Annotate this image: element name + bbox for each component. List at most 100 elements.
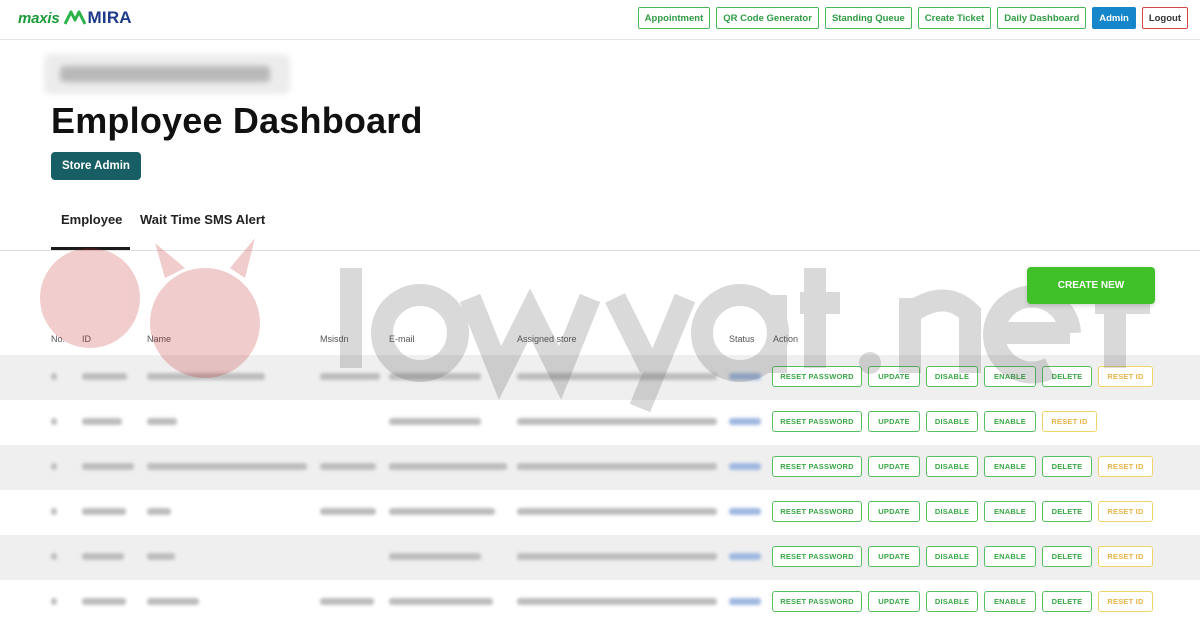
reset-id-button[interactable]: RESET ID xyxy=(1098,546,1153,567)
row-msisdn xyxy=(320,508,376,515)
row-no xyxy=(51,418,57,425)
top-navbar: maxis MIRA Appointment QR Code Generator… xyxy=(0,0,1200,40)
row-id xyxy=(82,373,127,380)
col-id: ID xyxy=(82,334,91,344)
delete-button[interactable]: DELETE xyxy=(1042,546,1092,567)
table-row: RESET PASSWORD UPDATE DISABLE ENABLE DEL… xyxy=(0,445,1200,490)
enable-button[interactable]: ENABLE xyxy=(984,456,1036,477)
row-id xyxy=(82,508,126,515)
row-id xyxy=(82,418,122,425)
maxis-mira-logo[interactable]: maxis MIRA xyxy=(18,8,132,28)
enable-button[interactable]: ENABLE xyxy=(984,546,1036,567)
table-header: No. ID Name Msisdn E-mail Assigned store… xyxy=(0,330,1200,350)
update-button[interactable]: UPDATE xyxy=(868,591,920,612)
table-row: RESET PASSWORD UPDATE DISABLE ENABLE DEL… xyxy=(0,580,1200,619)
active-tab-indicator xyxy=(51,247,130,250)
row-store xyxy=(517,508,717,515)
nav-qr-code-generator-button[interactable]: QR Code Generator xyxy=(716,7,819,29)
reset-password-button[interactable]: RESET PASSWORD xyxy=(772,456,862,477)
nav-appointment-button[interactable]: Appointment xyxy=(637,7,711,29)
tab-employee[interactable]: Employee xyxy=(61,212,122,227)
row-actions: RESET PASSWORD UPDATE DISABLE ENABLE DEL… xyxy=(772,366,1153,387)
nav-standing-queue-button[interactable]: Standing Queue xyxy=(824,7,912,29)
page-title: Employee Dashboard xyxy=(51,100,423,141)
row-store xyxy=(517,598,717,605)
col-no: No. xyxy=(51,334,66,344)
create-new-button[interactable]: CREATE NEW xyxy=(1027,267,1155,304)
row-email xyxy=(389,598,493,605)
row-store xyxy=(517,553,717,560)
update-button[interactable]: UPDATE xyxy=(868,501,920,522)
enable-button[interactable]: ENABLE xyxy=(984,366,1036,387)
delete-button[interactable]: DELETE xyxy=(1042,591,1092,612)
row-actions: RESET PASSWORD UPDATE DISABLE ENABLE DEL… xyxy=(772,456,1153,477)
store-admin-button[interactable]: Store Admin xyxy=(51,152,141,180)
delete-button[interactable]: DELETE xyxy=(1042,456,1092,477)
row-name xyxy=(147,418,177,425)
row-name xyxy=(147,508,171,515)
row-email xyxy=(389,373,481,380)
row-name xyxy=(147,463,307,470)
row-id xyxy=(82,463,134,470)
row-actions: RESET PASSWORD UPDATE DISABLE ENABLE DEL… xyxy=(772,546,1153,567)
disable-button[interactable]: DISABLE xyxy=(926,591,978,612)
row-status xyxy=(729,508,761,515)
row-status xyxy=(729,553,761,560)
row-email xyxy=(389,508,495,515)
delete-button[interactable]: DELETE xyxy=(1042,501,1092,522)
col-status: Status xyxy=(729,334,755,344)
update-button[interactable]: UPDATE xyxy=(868,411,920,432)
reset-id-button[interactable]: RESET ID xyxy=(1098,456,1153,477)
nav-daily-dashboard-button[interactable]: Daily Dashboard xyxy=(997,7,1087,29)
table-row: RESET PASSWORD UPDATE DISABLE ENABLE RES… xyxy=(0,400,1200,445)
reset-password-button[interactable]: RESET PASSWORD xyxy=(772,501,862,522)
row-no xyxy=(51,598,57,605)
row-email xyxy=(389,418,481,425)
disable-button[interactable]: DISABLE xyxy=(926,501,978,522)
row-email xyxy=(389,553,481,560)
row-msisdn xyxy=(320,598,374,605)
top-nav: Appointment QR Code Generator Standing Q… xyxy=(637,7,1188,29)
reset-password-button[interactable]: RESET PASSWORD xyxy=(772,366,862,387)
row-status xyxy=(729,463,761,470)
enable-button[interactable]: ENABLE xyxy=(984,591,1036,612)
col-email: E-mail xyxy=(389,334,415,344)
row-status xyxy=(729,598,761,605)
reset-id-button[interactable]: RESET ID xyxy=(1098,591,1153,612)
table-row: RESET PASSWORD UPDATE DISABLE ENABLE DEL… xyxy=(0,355,1200,400)
enable-button[interactable]: ENABLE xyxy=(984,501,1036,522)
col-action: Action xyxy=(773,334,799,344)
row-id xyxy=(82,598,126,605)
tab-wait-time-sms-alert[interactable]: Wait Time SMS Alert xyxy=(140,212,265,227)
maxis-wave-icon xyxy=(63,10,86,25)
row-name xyxy=(147,598,199,605)
update-button[interactable]: UPDATE xyxy=(868,456,920,477)
row-store xyxy=(517,373,717,380)
enable-button[interactable]: ENABLE xyxy=(984,411,1036,432)
table-row: RESET PASSWORD UPDATE DISABLE ENABLE DEL… xyxy=(0,535,1200,580)
nav-admin-button[interactable]: Admin xyxy=(1092,7,1136,29)
reset-id-button[interactable]: RESET ID xyxy=(1042,411,1097,432)
reset-id-button[interactable]: RESET ID xyxy=(1098,366,1153,387)
disable-button[interactable]: DISABLE xyxy=(926,456,978,477)
disable-button[interactable]: DISABLE xyxy=(926,366,978,387)
row-name xyxy=(147,373,265,380)
reset-password-button[interactable]: RESET PASSWORD xyxy=(772,546,862,567)
logo-mira-text: MIRA xyxy=(87,8,132,27)
disable-button[interactable]: DISABLE xyxy=(926,546,978,567)
row-status xyxy=(729,418,761,425)
disable-button[interactable]: DISABLE xyxy=(926,411,978,432)
table-row: RESET PASSWORD UPDATE DISABLE ENABLE DEL… xyxy=(0,490,1200,535)
update-button[interactable]: UPDATE xyxy=(868,366,920,387)
update-button[interactable]: UPDATE xyxy=(868,546,920,567)
delete-button[interactable]: DELETE xyxy=(1042,366,1092,387)
logout-button[interactable]: Logout xyxy=(1141,7,1188,29)
reset-password-button[interactable]: RESET PASSWORD xyxy=(772,591,862,612)
reset-id-button[interactable]: RESET ID xyxy=(1098,501,1153,522)
nav-create-ticket-button[interactable]: Create Ticket xyxy=(917,7,992,29)
reset-password-button[interactable]: RESET PASSWORD xyxy=(772,411,862,432)
row-store xyxy=(517,418,717,425)
redacted-user-name xyxy=(44,54,290,94)
row-actions: RESET PASSWORD UPDATE DISABLE ENABLE DEL… xyxy=(772,501,1153,522)
row-msisdn xyxy=(320,463,376,470)
